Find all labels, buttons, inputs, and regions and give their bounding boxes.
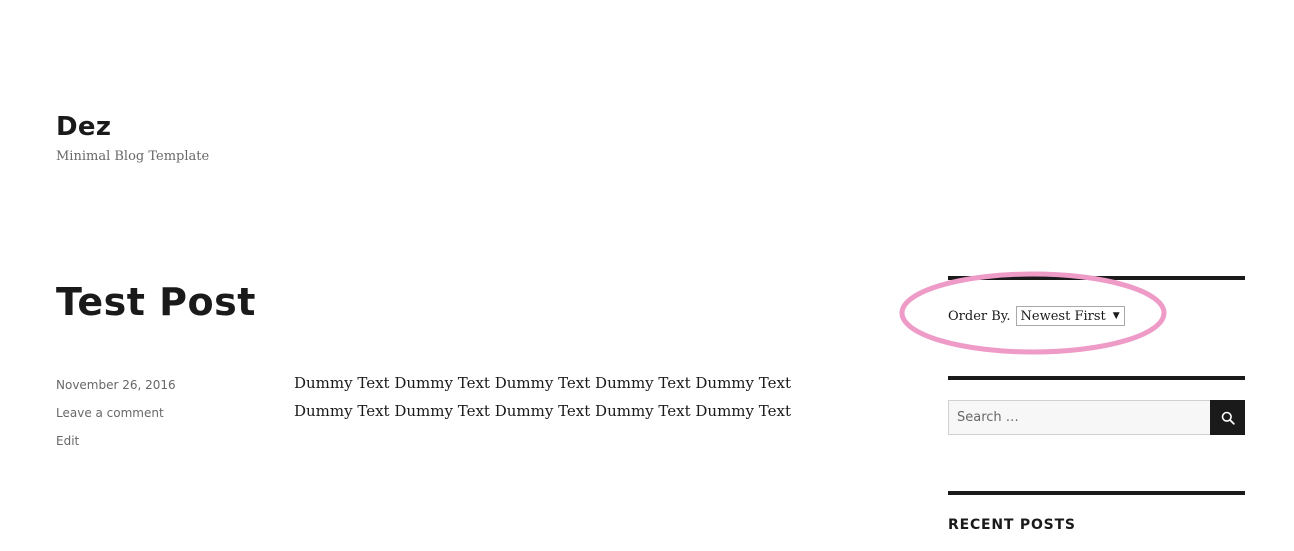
site-description: Minimal Blog Template (56, 149, 210, 164)
search-widget: Search … (948, 380, 1245, 491)
order-by-label: Order By. (948, 308, 1011, 324)
sidebar: Order By. Newest First ▼ Search … RECENT… (948, 276, 1245, 533)
order-by-widget: Order By. Newest First ▼ (948, 280, 1245, 376)
post-title[interactable]: Test Post (56, 278, 256, 326)
search-button[interactable] (1210, 400, 1245, 435)
edit-link[interactable]: Edit (56, 427, 256, 455)
post-date-link[interactable]: November 26, 2016 (56, 371, 256, 399)
post-content-line: Dummy Text Dummy Text Dummy Text Dummy T… (294, 402, 791, 420)
post-meta: November 26, 2016 Leave a comment Edit (56, 371, 256, 455)
recent-posts-heading: RECENT POSTS (948, 517, 1076, 533)
order-by-select[interactable]: Newest First ▼ (1015, 306, 1125, 326)
post-content-line: Dummy Text Dummy Text Dummy Text Dummy T… (294, 374, 791, 392)
site-header: Dez Minimal Blog Template (56, 108, 209, 168)
order-by-selected-value: Newest First (1020, 308, 1106, 324)
search-input[interactable]: Search … (948, 400, 1210, 435)
leave-comment-link[interactable]: Leave a comment (56, 399, 256, 427)
search-form: Search … (948, 400, 1245, 435)
site-title[interactable]: Dez (56, 108, 209, 146)
post-content: Dummy Text Dummy Text Dummy Text Dummy T… (294, 369, 854, 425)
chevron-down-icon: ▼ (1112, 310, 1120, 321)
search-icon (1221, 411, 1235, 425)
order-by-row: Order By. Newest First ▼ (948, 304, 1245, 328)
